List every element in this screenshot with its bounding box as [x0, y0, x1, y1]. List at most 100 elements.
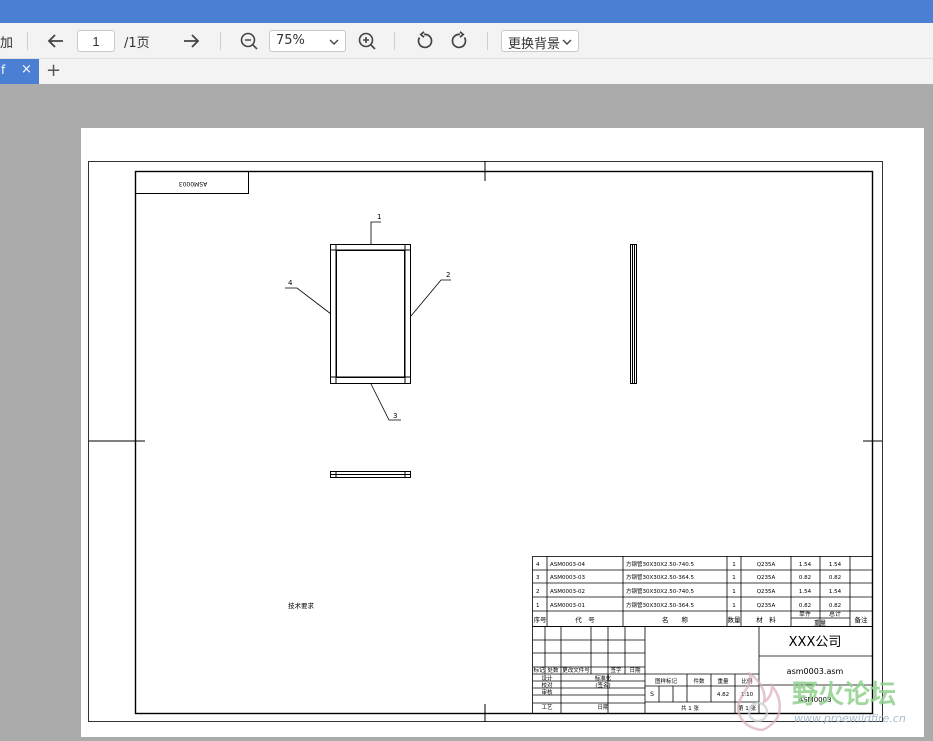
bom-cell-seq: 1 [536, 603, 540, 609]
bom-cell-qty: 1 [732, 575, 736, 581]
bom-cell-qty: 1 [732, 589, 736, 595]
bom-cell-unit-wt: 1.54 [799, 562, 812, 568]
front-view-frame [330, 244, 411, 384]
side-view [630, 244, 637, 384]
table-row: 2 ASM0003-02 方钢管30X30X2.50-740.5 1 Q235A 1.54… [536, 587, 842, 595]
bom-cell-qty: 1 [732, 603, 736, 609]
balloon-3: 3 [393, 412, 397, 420]
rev-header-date: 日期 [629, 667, 641, 674]
bom-cell-total-wt: 1.54 [829, 562, 842, 568]
bom-header-weight: 重量 [814, 619, 826, 627]
bom-header-qty: 数量 [728, 615, 742, 624]
role-check: 校对 [541, 681, 553, 689]
rotate-cw-icon [451, 31, 467, 49]
pieces-label: 件数 [693, 677, 705, 685]
bom-cell-name: 方钢管30X30X2.50-364.5 [626, 573, 695, 581]
bom-cell-material: Q235A [757, 562, 776, 568]
rotate-right-button[interactable] [447, 28, 473, 54]
zoom-out-icon [240, 32, 258, 50]
role-process: 工艺 [541, 704, 553, 711]
bom-cell-code: ASM0003-04 [550, 562, 585, 568]
window-title-bar [0, 0, 933, 23]
page-total-label: /1页 [124, 36, 150, 51]
toolbar-separator [220, 32, 221, 50]
watermark-title: 野火论坛 [792, 680, 897, 710]
arrow-right-icon [184, 34, 200, 48]
bom-cell-code: ASM0003-03 [550, 575, 585, 581]
bom-cell-unit-wt: 0.82 [799, 575, 811, 581]
zoom-out-button[interactable] [236, 28, 262, 54]
bom-header-material: 材 料 [756, 615, 776, 624]
bom-cell-total-wt: 0.82 [829, 575, 841, 581]
zoom-in-icon [358, 32, 376, 50]
bom-cell-name: 方钢管30X30X2.50-364.5 [626, 601, 695, 609]
rotate-ccw-icon [417, 31, 433, 49]
drawing-frame [134, 170, 874, 715]
bom-cell-material: Q235A [757, 603, 776, 609]
bom-cell-name: 方钢管30X30X2.50-740.5 [626, 560, 695, 568]
bom-header-name: 名 称 [662, 615, 689, 624]
toolbar-separator [394, 32, 395, 50]
bom-cell-name: 方钢管30X30X2.50-740.5 [626, 587, 695, 595]
previous-page-button[interactable] [43, 28, 69, 54]
bom-cell-qty: 1 [732, 562, 736, 568]
rev-header-doc: 更改文件号 [562, 666, 590, 674]
table-row: 1 ASM0003-01 方钢管30X30X2.50-364.5 1 Q235A 0.82… [536, 601, 841, 609]
viewer-toolbar: 加 /1页 75% [0, 23, 933, 59]
bom-cell-seq: 2 [536, 589, 540, 595]
document-tab[interactable]: f × [0, 59, 39, 84]
zoom-select[interactable]: 75% [269, 30, 346, 52]
top-view [330, 471, 411, 478]
bom-header-remark: 备注 [855, 615, 869, 624]
watermark-url: www.proewildfire.cn [794, 712, 906, 725]
pdf-page: ASM0003 1 2 3 4 技术要求 4 ASM0003-04 方钢管30X… [81, 128, 924, 737]
toolbar-left-fragment[interactable]: 加 [0, 32, 13, 51]
balloon-4: 4 [288, 279, 293, 287]
watermark-logo: 野火论坛 www.proewildfire.cn [722, 668, 933, 737]
zoom-value: 75% [276, 33, 305, 48]
document-viewer: ASM0003 1 2 3 4 技术要求 4 ASM0003-04 方钢管30X… [0, 84, 933, 737]
arrow-left-icon [47, 34, 63, 48]
bom-cell-material: Q235A [757, 589, 776, 595]
bom-cell-unit-wt: 0.82 [799, 603, 811, 609]
rotate-left-button[interactable] [411, 28, 437, 54]
bom-header-total: 总计 [829, 610, 841, 618]
signature-label: (签名) [595, 681, 610, 689]
chevron-down-icon [562, 39, 572, 45]
bom-cell-unit-wt: 1.54 [799, 589, 812, 595]
table-row: 3 ASM0003-03 方钢管30X30X2.50-364.5 1 Q235A 0.82… [536, 573, 841, 581]
tech-requirements-label: 技术要求 [288, 601, 315, 610]
toolbar-separator [487, 32, 488, 50]
rev-header-count: 处数 [547, 666, 559, 674]
rev-header-sign: 签字 [610, 666, 622, 674]
cad-drawing: ASM0003 1 2 3 4 技术要求 4 ASM0003-04 方钢管30X… [88, 161, 883, 722]
leader-lines [285, 221, 451, 421]
standardization-label: 标准化 [595, 674, 612, 682]
change-background-label: 更换背景 [508, 37, 561, 52]
stage-value: S [650, 691, 654, 698]
chevron-down-icon [329, 39, 339, 45]
add-tab-icon[interactable]: + [46, 60, 61, 81]
sheet-outer-border [88, 161, 883, 722]
document-tab-bar: f × + [0, 59, 933, 84]
change-background-button[interactable]: 更换背景 [501, 30, 579, 52]
bom-cell-material: Q235A [757, 575, 776, 581]
role-review: 审核 [541, 688, 553, 696]
next-page-button[interactable] [178, 28, 204, 54]
zoom-in-button[interactable] [354, 28, 380, 54]
balloon-2: 2 [446, 271, 450, 279]
stage-label: 图样标记 [655, 677, 678, 685]
role-design: 设计 [541, 674, 553, 682]
date-label: 日期 [597, 704, 609, 711]
rev-header-mark: 标记 [533, 666, 545, 674]
bom-header-seq: 序号 [534, 615, 548, 624]
toolbar-separator [27, 32, 28, 50]
page-number-input[interactable] [77, 30, 115, 52]
tab-close-icon[interactable]: × [21, 62, 32, 77]
bom-cell-total-wt: 0.82 [829, 603, 841, 609]
bom-cell-code: ASM0003-01 [550, 603, 585, 609]
bom-cell-total-wt: 1.54 [829, 589, 842, 595]
bom-header-unit: 单件 [799, 610, 811, 618]
company-name: XXX公司 [789, 635, 842, 650]
bom-header-code: 代 号 [575, 615, 595, 624]
